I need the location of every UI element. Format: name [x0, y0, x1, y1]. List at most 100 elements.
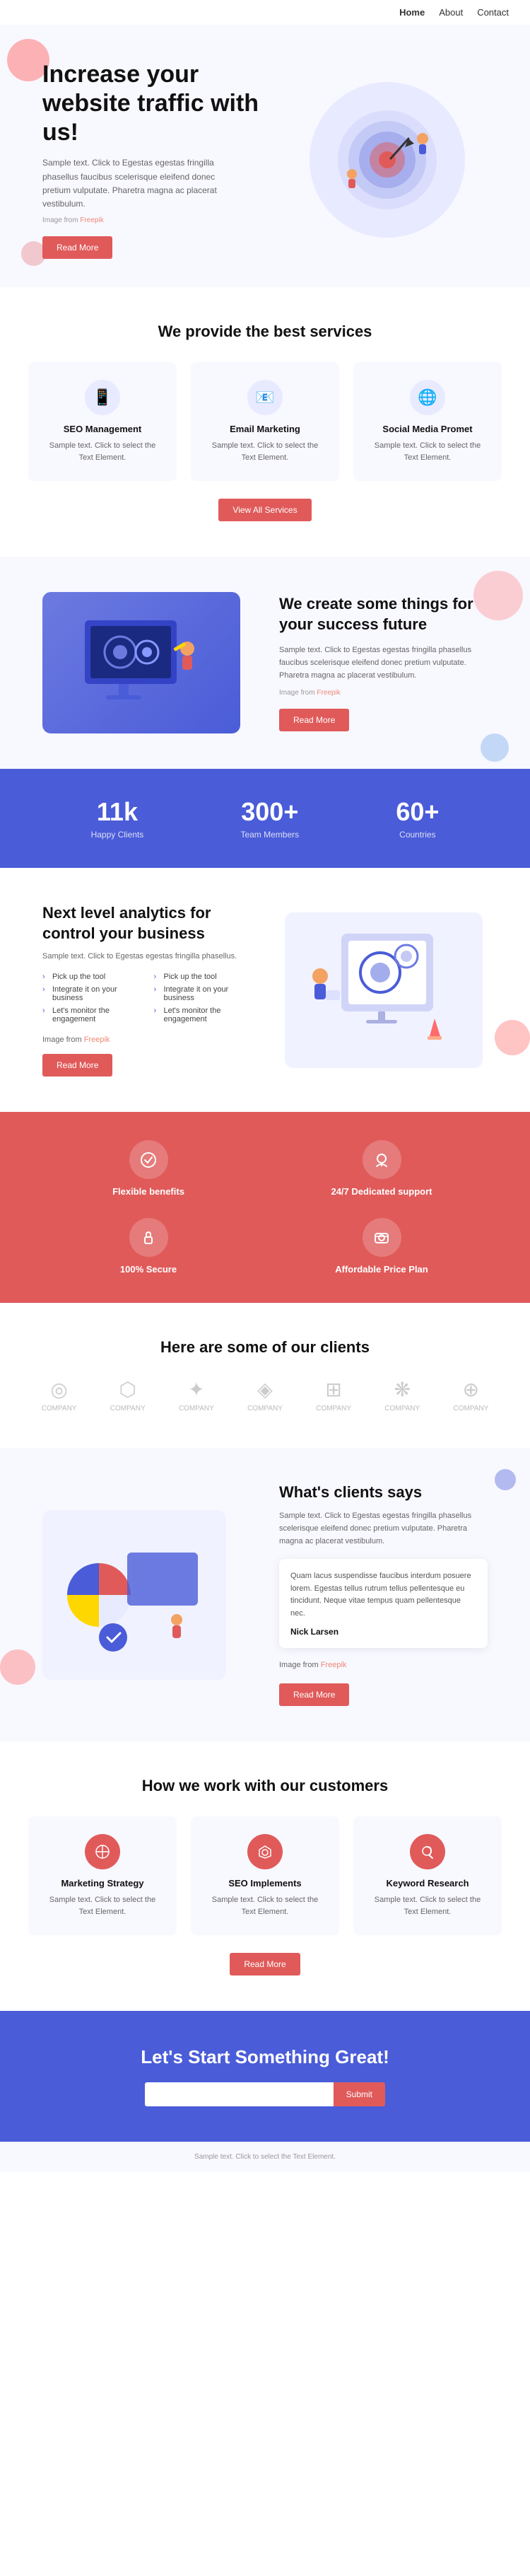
client-label-1: COMPANY [42, 1405, 77, 1412]
seo-implements-icon-svg [257, 1844, 273, 1860]
testimonial-author: Nick Larsen [290, 1627, 476, 1637]
price-icon [363, 1218, 401, 1257]
hero-freepik-link[interactable]: Freepik [80, 216, 103, 224]
analytics-list-item: Integrate it on your business [42, 983, 140, 1004]
marketing-strategy-icon [95, 1844, 110, 1860]
seo-implements-icon [247, 1834, 283, 1869]
feature-flexible: Flexible benefits [42, 1140, 254, 1197]
testimonial-section: What's clients says Sample text. Click t… [0, 1448, 530, 1741]
hero-body: Sample text. Click to Egestas egestas fr… [42, 156, 226, 211]
footer-text: Sample text. Click to select the Text El… [28, 2153, 502, 2161]
clients-heading: Here are some of our clients [28, 1338, 502, 1357]
analytics-image-credit: Image from Freepik [42, 1035, 251, 1044]
create-decor-1 [473, 571, 523, 620]
testimonial-freepik-link[interactable]: Freepik [321, 1661, 347, 1669]
analytics-body: Sample text. Click to Egestas egestas fr… [42, 952, 251, 961]
nav-about[interactable]: About [439, 7, 463, 18]
client-icon-5: ⊞ [325, 1378, 341, 1401]
stat-members-number: 300+ [240, 797, 299, 827]
hero-read-more-button[interactable]: Read More [42, 236, 112, 259]
service-title-seo: SEO Management [42, 424, 163, 434]
social-icon: 🌐 [410, 380, 445, 415]
create-freepik-link[interactable]: Freepik [317, 689, 340, 697]
analytics-read-more-button[interactable]: Read More [42, 1054, 112, 1077]
how-read-more-button[interactable]: Read More [230, 1953, 300, 1975]
services-heading: We provide the best services [28, 323, 502, 341]
flexible-icon [129, 1140, 168, 1179]
stat-countries-label: Countries [396, 830, 439, 840]
analytics-list-item: Integrate it on your business [154, 983, 252, 1004]
create-illustration [42, 592, 240, 733]
client-icon-6: ❋ [394, 1378, 411, 1401]
nav-home[interactable]: Home [399, 7, 425, 18]
hero-content: Increase your website traffic with us! S… [42, 60, 272, 259]
service-body-social: Sample text. Click to select the Text El… [367, 440, 488, 463]
client-logo-1: ◎ COMPANY [42, 1378, 77, 1412]
features-grid: Flexible benefits 24/7 Dedicated support… [42, 1140, 488, 1275]
feature-price-title: Affordable Price Plan [335, 1264, 428, 1275]
analytics-illustration [285, 912, 483, 1068]
client-logo-5: ⊞ COMPANY [316, 1378, 351, 1412]
stat-members-label: Team Members [240, 830, 299, 840]
service-body-seo: Sample text. Click to select the Text El… [42, 440, 163, 463]
feature-secure: 100% Secure [42, 1218, 254, 1275]
services-section: We provide the best services 📱 SEO Manag… [0, 287, 530, 557]
how-card-seo: SEO Implements Sample text. Click to sel… [191, 1816, 339, 1935]
create-section: We create some things for your success f… [0, 557, 530, 769]
analytics-list-2: Pick up the tool Integrate it on your bu… [154, 970, 252, 1026]
how-body-keyword: Sample text. Click to select the Text El… [367, 1894, 488, 1918]
test-decor-1 [0, 1649, 35, 1685]
analytics-list-item: Pick up the tool [42, 970, 140, 983]
test-decor-2 [495, 1469, 516, 1490]
create-body: Sample text. Click to Egestas egestas fr… [279, 644, 477, 682]
how-card-keyword: Keyword Research Sample text. Click to s… [353, 1816, 502, 1935]
service-title-email: Email Marketing [205, 424, 325, 434]
cta-email-input[interactable] [145, 2082, 334, 2106]
cta-section: Let's Start Something Great! Submit [0, 2011, 530, 2142]
hero-heading: Increase your website traffic with us! [42, 60, 272, 146]
stat-clients: 11k Happy Clients [91, 797, 144, 840]
client-logo-3: ✦ COMPANY [179, 1378, 214, 1412]
view-all-services-button[interactable]: View All Services [218, 499, 311, 521]
create-image-credit: Image from Freepik [279, 687, 477, 699]
how-section: How we work with our customers Marketing… [0, 1741, 530, 2011]
feature-price: Affordable Price Plan [276, 1218, 488, 1275]
footer: Sample text. Click to select the Text El… [0, 2142, 530, 2172]
client-logo-7: ⊕ COMPANY [454, 1378, 489, 1412]
secure-icon [129, 1218, 168, 1257]
analytics-freepik-link[interactable]: Freepik [84, 1035, 110, 1044]
email-icon: 📧 [247, 380, 283, 415]
stat-clients-label: Happy Clients [91, 830, 144, 840]
analytics-col-1: Pick up the tool Integrate it on your bu… [42, 970, 140, 1026]
client-label-4: COMPANY [247, 1405, 283, 1412]
nav-contact[interactable]: Contact [477, 7, 509, 18]
client-label-6: COMPANY [384, 1405, 420, 1412]
testimonial-svg [57, 1524, 212, 1666]
how-title-keyword: Keyword Research [367, 1878, 488, 1889]
cta-heading: Let's Start Something Great! [28, 2046, 502, 2068]
analytics-list-item: Let's monitor the engagement [42, 1004, 140, 1026]
create-image [42, 592, 251, 733]
feature-flexible-title: Flexible benefits [112, 1186, 184, 1197]
testimonial-read-more-button[interactable]: Read More [279, 1683, 349, 1706]
client-logo-4: ◈ COMPANY [247, 1378, 283, 1412]
feature-support-title: 24/7 Dedicated support [331, 1186, 432, 1197]
affordable-price-icon [372, 1229, 391, 1247]
features-section: Flexible benefits 24/7 Dedicated support… [0, 1112, 530, 1303]
stat-countries-number: 60+ [396, 797, 439, 827]
testimonial-content: What's clients says Sample text. Click t… [279, 1483, 488, 1706]
marketing-icon [85, 1834, 120, 1869]
create-content: We create some things for your success f… [279, 594, 488, 731]
testimonial-heading: What's clients says [279, 1483, 488, 1502]
testimonial-image-area [42, 1510, 251, 1680]
how-body-seo: Sample text. Click to select the Text El… [205, 1894, 325, 1918]
client-icon-3: ✦ [188, 1378, 204, 1401]
cta-submit-button[interactable]: Submit [334, 2082, 385, 2106]
client-logo-6: ❋ COMPANY [384, 1378, 420, 1412]
analytics-list-item: Pick up the tool [154, 970, 252, 983]
hero-image [272, 82, 502, 238]
seo-icon: 📱 [85, 380, 120, 415]
analytics-heading: Next level analytics for control your bu… [42, 903, 251, 944]
create-read-more-button[interactable]: Read More [279, 709, 349, 731]
hero-bg-circle [310, 82, 465, 238]
